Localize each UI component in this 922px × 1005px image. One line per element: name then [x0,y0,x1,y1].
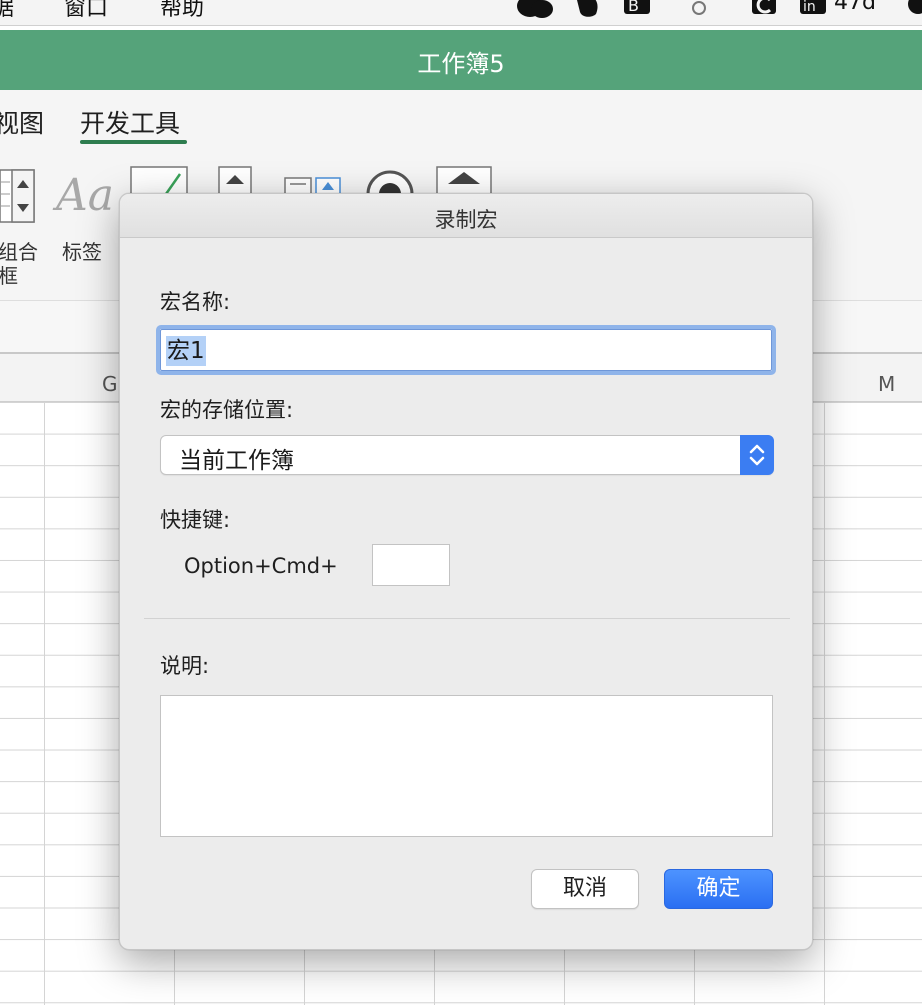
tab-developer[interactable]: 开发工具 [80,104,180,140]
shortcut-label: 快捷键: [160,508,231,532]
column-header-g[interactable]: G [102,372,118,396]
svg-text:B: B [628,0,639,15]
store-location-value: 当前工作簿 [179,448,294,474]
dialog-title: 录制宏 [434,208,498,232]
linkedin-icon[interactable]: in [800,0,828,18]
menu-item-data[interactable]: 据 [0,0,14,22]
label-control-label: 标签 [62,240,102,264]
wechat-icon[interactable] [516,0,554,18]
system-menu-bar: 据 窗口 帮助 B in 47d [0,0,922,26]
label-control-icon[interactable]: Aa [56,170,114,221]
combo-box-label-line2: 框 [0,264,18,288]
macro-name-label: 宏名称: [160,290,231,314]
macro-name-value[interactable]: 宏1 [166,336,206,366]
ok-button[interactable]: 确定 [664,869,773,909]
dialog-title-bar: 录制宏 [120,194,812,238]
cancel-button[interactable]: 取消 [531,869,639,909]
dialog-separator [144,618,790,619]
macro-name-input-border [160,329,772,371]
active-tab-indicator [80,140,187,144]
shortcut-key-input[interactable] [372,544,450,586]
status-dot-icon[interactable] [690,0,708,18]
menu-item-window[interactable]: 窗口 [64,0,108,22]
c-app-icon[interactable] [750,0,780,18]
shortcut-modifier-text: Option+Cmd+ [184,554,338,578]
window-title: 工作簿5 [417,50,505,78]
tab-view[interactable]: 视图 [0,104,44,140]
chevron-up-down-icon [749,444,765,466]
combo-box-icon[interactable] [0,168,36,224]
description-label: 说明: [160,654,210,678]
tray-counter: 47d [834,0,876,15]
store-location-label: 宏的存储位置: [160,398,294,422]
column-header-m[interactable]: M [878,372,895,396]
macro-name-input[interactable]: 宏1 [156,325,776,375]
evernote-icon[interactable] [572,0,602,18]
tray-app-icon[interactable] [904,0,922,18]
bartender-icon[interactable]: B [622,0,652,18]
select-stepper[interactable] [740,435,774,475]
store-location-select[interactable]: 当前工作簿 [160,435,774,475]
description-textarea[interactable] [160,695,773,837]
menu-item-help[interactable]: 帮助 [160,0,204,22]
svg-text:in: in [803,0,816,15]
window-title-bar: 工作簿5 [0,30,922,90]
record-macro-dialog: 录制宏 宏名称: 宏1 宏的存储位置: 当前工作簿 快捷键: Option+Cm… [119,193,813,950]
